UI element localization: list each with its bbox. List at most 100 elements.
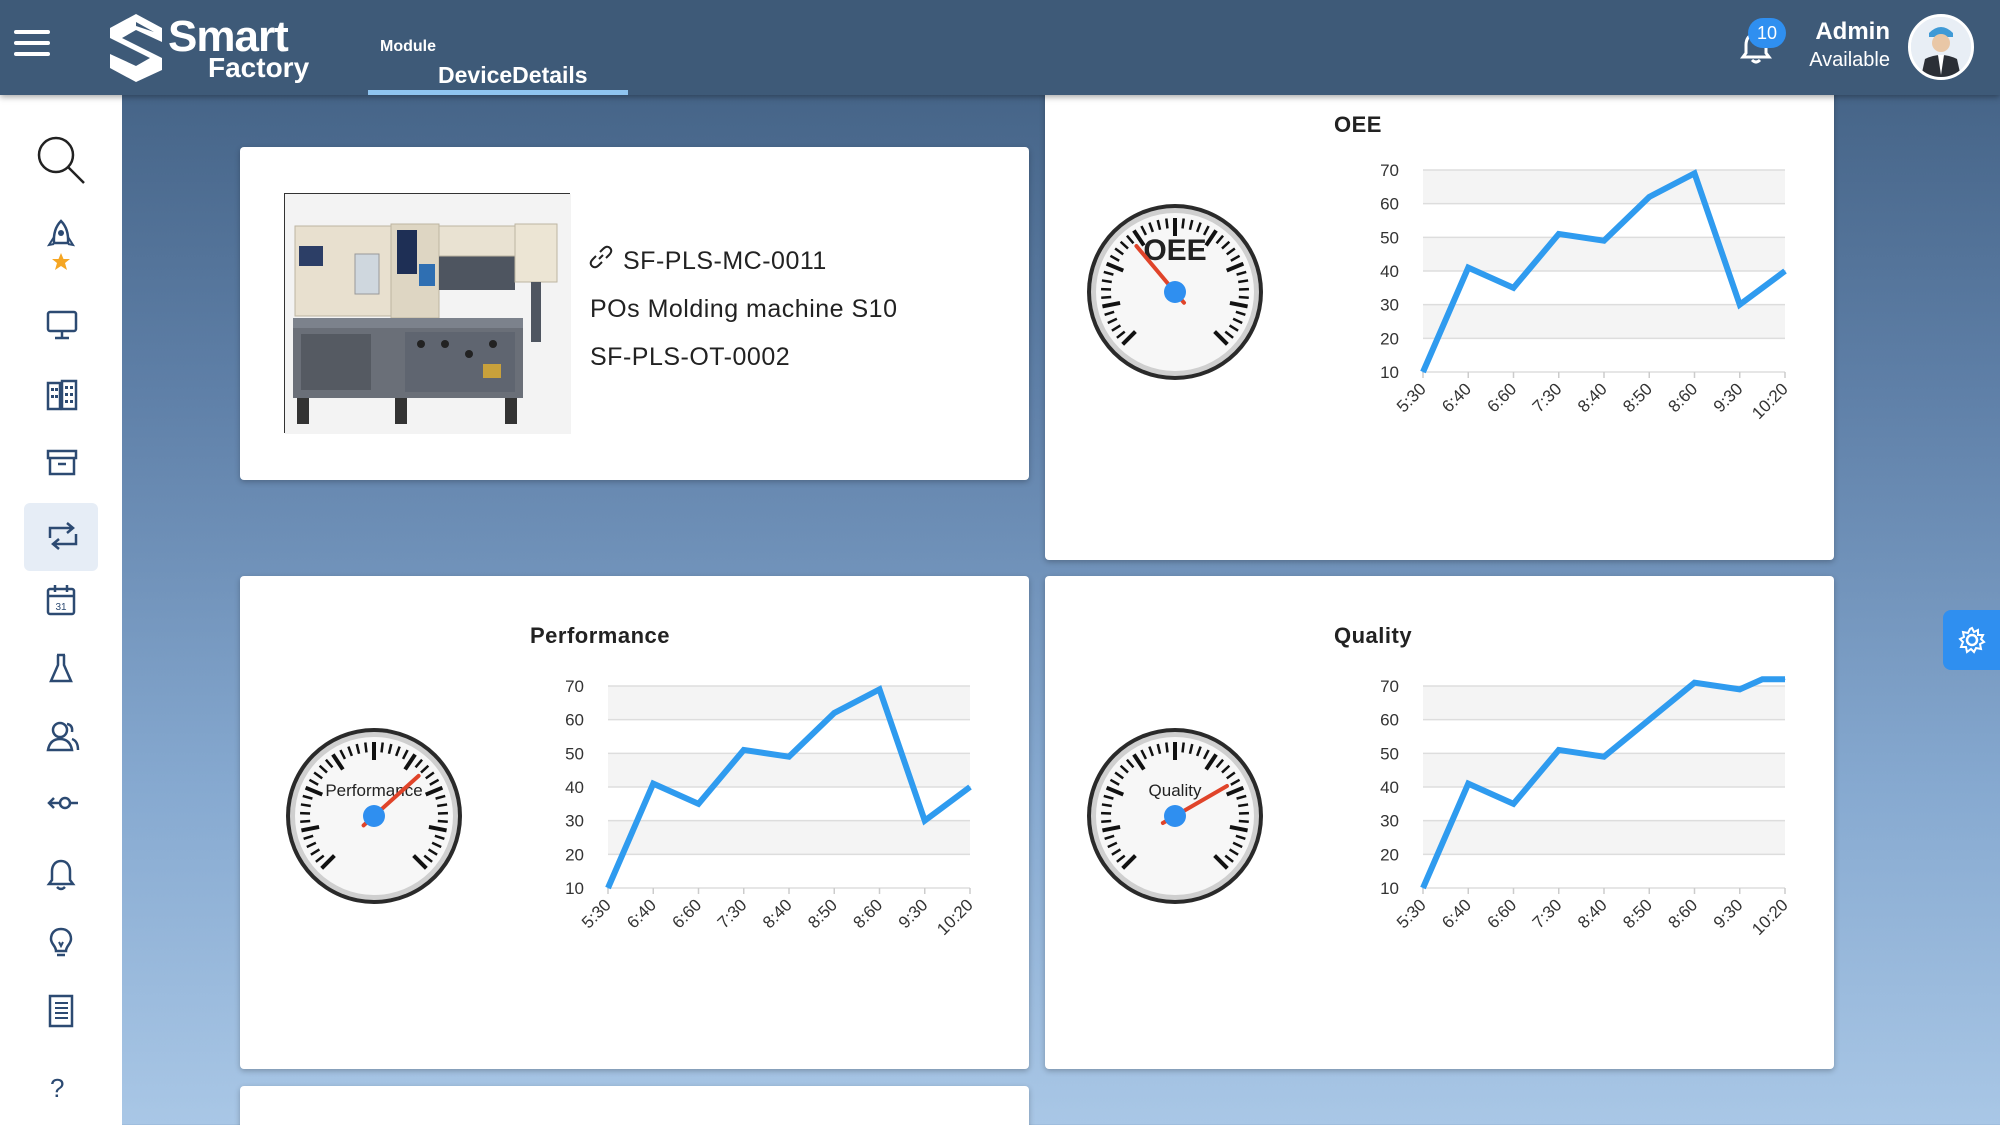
logo[interactable]: Smart Factory xyxy=(106,10,326,86)
x-tick-label: 10:20 xyxy=(1748,895,1792,939)
module-label: Module xyxy=(380,38,436,55)
device-card: SF-PLS-MC-0011 POs Molding machine S10 S… xyxy=(240,147,1029,480)
top-bar: Smart Factory Module DeviceDetails 10 Ad… xyxy=(0,0,2000,95)
tab-device-details[interactable]: DeviceDetails xyxy=(368,58,628,95)
x-tick-label: 8:50 xyxy=(1619,895,1656,932)
x-tick-label: 5:30 xyxy=(578,895,615,932)
performance-title: Performance xyxy=(530,623,671,648)
oee-card: OEE OEE 10 20 30 40 50 60 70 5:30 6:40 6:60 7:30 8:… xyxy=(1045,80,1834,560)
gauge-tick xyxy=(1238,819,1249,824)
x-tick-label: 6:40 xyxy=(1438,379,1475,416)
x-tick-label: 8:50 xyxy=(804,895,841,932)
menu-icon[interactable] xyxy=(14,30,50,66)
sidebar-item-calendar[interactable]: 31 xyxy=(24,565,98,633)
device-name: POs Molding machine S10 xyxy=(590,295,898,323)
sidebar-item-launch[interactable] xyxy=(24,217,98,285)
y-tick-label: 50 xyxy=(565,744,584,763)
sidebar-item-archive[interactable] xyxy=(24,429,98,497)
module-title: DeviceDetails xyxy=(438,62,588,88)
performance-gauge: Performance xyxy=(286,728,462,904)
data-point xyxy=(879,688,880,690)
x-tick-label: 7:30 xyxy=(714,895,751,932)
sidebar: 31 ? xyxy=(0,95,122,1125)
x-tick-label: 7:30 xyxy=(1529,379,1566,416)
data-point xyxy=(924,820,926,822)
data-point xyxy=(1648,719,1650,721)
x-tick-label: 5:30 xyxy=(1393,895,1430,932)
gauge-tick xyxy=(300,803,311,808)
sidebar-item-notes[interactable] xyxy=(24,975,98,1043)
data-point xyxy=(788,756,790,758)
y-tick-label: 60 xyxy=(1380,711,1399,730)
x-tick-label: 8:60 xyxy=(1664,379,1701,416)
gauge-hub xyxy=(1164,805,1186,827)
y-tick-label: 70 xyxy=(1380,677,1399,696)
gauge-tick xyxy=(1101,279,1112,284)
gauge-tick xyxy=(1181,218,1185,229)
sidebar-item-commit[interactable] xyxy=(24,769,98,837)
gauge-tick xyxy=(1101,819,1112,824)
sidebar-item-users[interactable] xyxy=(24,701,98,769)
data-point xyxy=(1694,172,1695,174)
y-tick-label: 40 xyxy=(1380,262,1399,281)
gauge-tick xyxy=(380,742,384,753)
y-tick-label: 70 xyxy=(1380,161,1399,180)
data-point xyxy=(1739,688,1741,690)
monitor-icon xyxy=(46,310,78,340)
commit-icon xyxy=(47,796,78,810)
oee-line-chart: 10 20 30 40 50 60 70 5:30 6:40 6:60 7:30 8:40 8:50 8:… xyxy=(1380,161,1792,423)
notification-badge[interactable]: 10 xyxy=(1748,18,1786,48)
data-point xyxy=(1784,270,1786,272)
x-tick-label: 6:40 xyxy=(623,895,660,932)
sidebar-item-buildings[interactable] xyxy=(24,360,98,428)
gauge-tick xyxy=(1238,803,1249,808)
sidebar-item-help[interactable]: ? xyxy=(24,1051,98,1119)
calendar-icon: 31 xyxy=(46,585,76,616)
sidebar-item-lab[interactable] xyxy=(24,633,98,701)
rocket-star-icon xyxy=(46,219,76,270)
data-point xyxy=(969,786,971,788)
performance-line-chart: 10 20 30 40 50 60 70 5:30 6:40 6:60 7:30 8:40 8:50 8:… xyxy=(565,677,977,939)
molding-machine-image xyxy=(285,194,571,434)
gauge-tick xyxy=(1101,295,1112,300)
x-tick-label: 6:60 xyxy=(1483,895,1520,932)
sidebar-item-search[interactable] xyxy=(24,125,98,193)
link-icon[interactable] xyxy=(588,244,614,270)
device-image xyxy=(284,193,571,434)
data-point xyxy=(1603,240,1605,242)
data-point xyxy=(607,887,609,889)
building-icon xyxy=(46,379,78,411)
settings-button[interactable] xyxy=(1943,610,2000,670)
x-tick-label: 8:50 xyxy=(1619,379,1656,416)
grid-band xyxy=(608,820,970,855)
y-tick-label: 30 xyxy=(565,812,584,831)
y-tick-label: 10 xyxy=(1380,363,1399,382)
archive-box-icon xyxy=(46,449,78,476)
user-status: Available xyxy=(1809,49,1890,71)
gauge-tick xyxy=(1165,742,1169,753)
gauge-label: OEE xyxy=(1143,234,1206,267)
data-point xyxy=(1739,304,1741,306)
oee-title: OEE xyxy=(1334,112,1382,137)
data-point xyxy=(1784,678,1786,680)
sidebar-item-transfer[interactable] xyxy=(24,503,98,571)
gauge-hub xyxy=(363,805,385,827)
y-tick-label: 20 xyxy=(565,845,584,864)
x-tick-label: 8:40 xyxy=(1574,379,1611,416)
gauge-tick xyxy=(1238,279,1249,284)
quality-gauge: Quality xyxy=(1087,728,1263,904)
sidebar-item-ideas[interactable] xyxy=(24,907,98,975)
user-name[interactable]: Admin xyxy=(1815,18,1890,46)
data-point xyxy=(1422,887,1424,889)
x-tick-label: 5:30 xyxy=(1393,379,1430,416)
x-tick-label: 7:30 xyxy=(1529,895,1566,932)
data-point xyxy=(743,749,745,751)
data-point xyxy=(1694,682,1695,684)
gauge-hub xyxy=(1164,281,1186,303)
avatar[interactable] xyxy=(1908,14,1974,80)
gear-icon xyxy=(1958,626,1986,654)
device-id[interactable]: SF-PLS-MC-0011 xyxy=(623,247,827,276)
sidebar-item-monitor[interactable] xyxy=(24,291,98,359)
y-tick-label: 50 xyxy=(1380,228,1399,247)
sidebar-item-alerts[interactable] xyxy=(24,839,98,907)
